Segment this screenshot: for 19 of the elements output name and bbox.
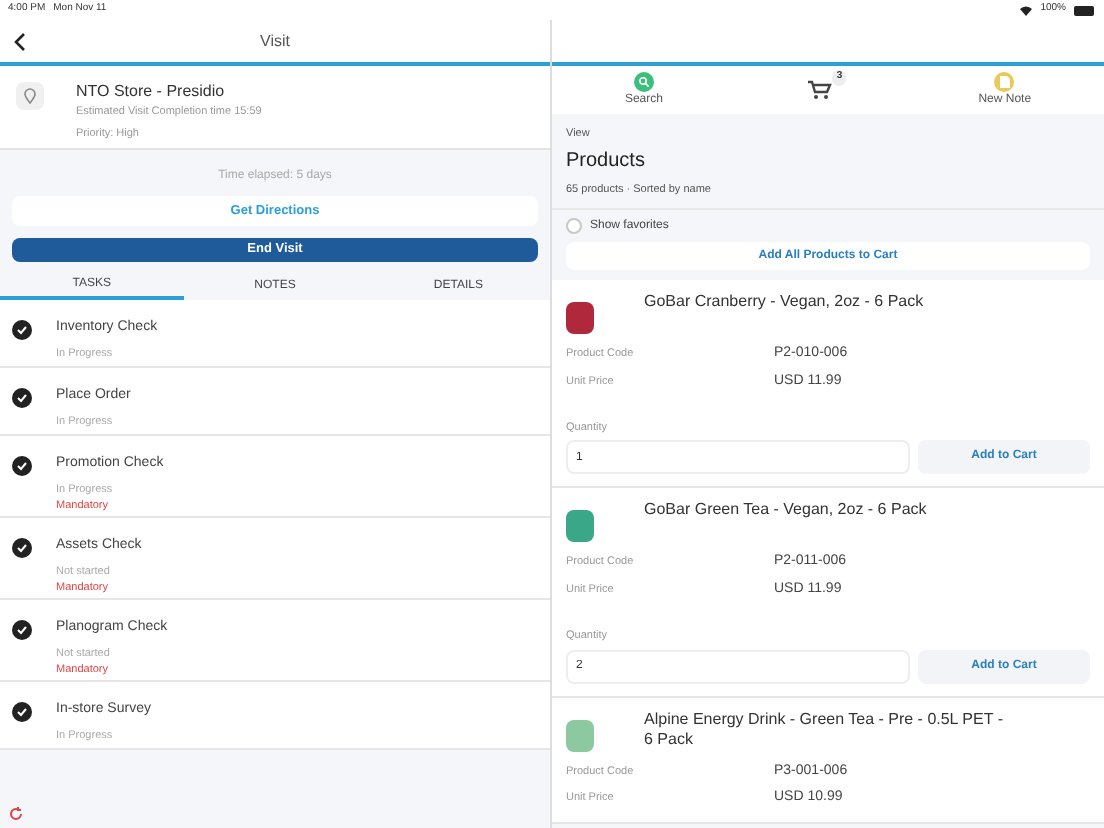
check-icon <box>12 320 32 340</box>
check-icon <box>12 620 32 640</box>
refresh-icon[interactable] <box>8 806 24 822</box>
product-name: GoBar Green Tea - Vegan, 2oz - 6 Pack <box>644 500 929 523</box>
wifi-icon <box>1020 5 1033 15</box>
battery-icon <box>1074 5 1096 15</box>
check-icon <box>12 702 32 722</box>
check-icon <box>12 538 32 558</box>
favorites-checkbox[interactable] <box>566 218 582 234</box>
location-icon <box>16 82 44 110</box>
products-title: Products <box>566 148 647 177</box>
check-icon <box>12 388 32 408</box>
cart-icon[interactable] <box>808 80 833 100</box>
header-title: Visit <box>260 29 290 53</box>
product-name: Alpine Energy Drink - Green Tea - Pre - 0.5L PET - 6 Pack <box>644 709 1004 751</box>
product-name: GoBar Cranberry - Vegan, 2oz - 6 Pack <box>644 292 926 314</box>
page-icon <box>999 75 1010 87</box>
store-name: NTO Store - Presidio <box>76 80 227 104</box>
check-icon <box>12 456 32 476</box>
